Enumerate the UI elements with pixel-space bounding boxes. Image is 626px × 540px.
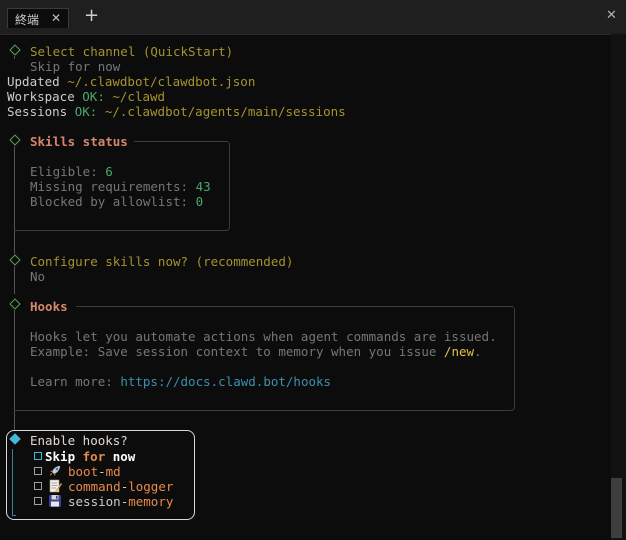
enable-hooks-question: Enable hooks? — [30, 433, 128, 448]
step-connector — [14, 231, 15, 254]
option-command-logger[interactable]: command-logger — [68, 479, 173, 494]
updated-line: Updated ~/.clawdbot/clawdbot.json — [7, 74, 256, 89]
option-boot-md[interactable]: boot-md — [68, 464, 121, 479]
select-channel-label: Select channel (QuickStart) — [30, 44, 234, 59]
scrollbar-thumb[interactable] — [611, 478, 622, 538]
configure-skills-value: No — [30, 269, 46, 284]
memo-icon — [49, 479, 62, 493]
scrollbar-track[interactable] — [611, 34, 626, 540]
missing-line: Missing requirements: 43 — [30, 179, 211, 194]
floppy-disk-icon — [49, 495, 61, 507]
eligible-line: Eligible: 6 — [30, 164, 113, 179]
step-connector — [14, 266, 15, 294]
tab-title: 終端 — [15, 13, 40, 27]
option-checkbox[interactable] — [34, 482, 42, 490]
option-session-memory[interactable]: session-memory — [68, 494, 173, 509]
hooks-example: Example: Save session context to memory … — [30, 344, 482, 359]
option-checkbox[interactable] — [34, 452, 42, 460]
prompt-connector — [12, 449, 13, 516]
blocked-line: Blocked by allowlist: 0 — [30, 194, 204, 209]
select-channel-value: Skip for now — [30, 59, 121, 74]
option-skip-for-now[interactable]: Skip for now — [45, 449, 135, 464]
step-diamond-icon — [9, 254, 21, 266]
option-checkbox[interactable] — [34, 497, 42, 505]
hooks-description: Hooks let you automate actions when agen… — [30, 329, 497, 344]
sessions-line: Sessions OK: ~/.clawdbot/agents/main/ses… — [7, 104, 346, 119]
workspace-line: Workspace OK: ~/clawd — [7, 89, 166, 104]
configure-skills-label: Configure skills now? (recommended) — [30, 254, 294, 269]
tab-close-icon[interactable]: ✕ — [51, 11, 61, 25]
tab-bar: 終端 ✕ + ✕ — [0, 0, 626, 35]
terminal-tab[interactable]: 終端 ✕ — [7, 8, 69, 28]
new-tab-button[interactable]: + — [84, 6, 99, 26]
step-diamond-icon — [9, 44, 21, 56]
prompt-connector-end — [12, 515, 16, 516]
step-connector — [14, 56, 15, 59]
hooks-docs-link[interactable]: https://docs.clawd.bot/hooks — [120, 374, 331, 389]
option-checkbox[interactable] — [34, 467, 42, 475]
window-close-icon[interactable]: ✕ — [606, 8, 617, 23]
hooks-learn-more: Learn more: https://docs.clawd.bot/hooks — [30, 374, 332, 389]
rocket-icon — [50, 466, 60, 476]
